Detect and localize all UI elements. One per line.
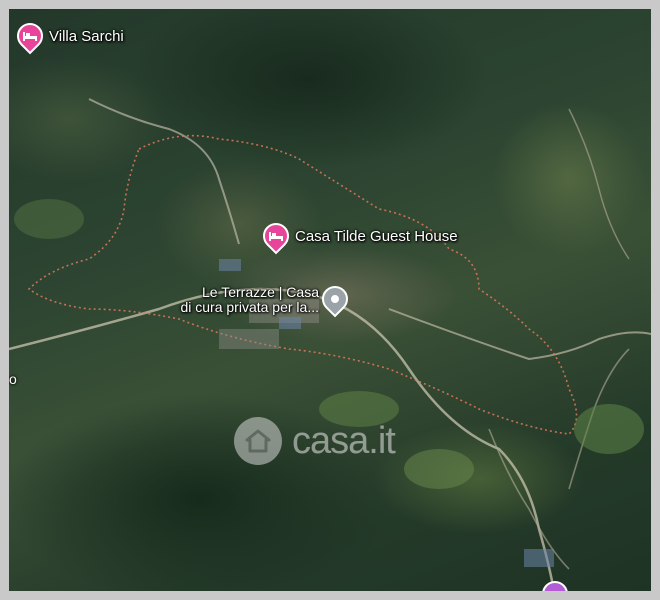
pin-dot [329, 293, 341, 305]
poi-casa-tilde[interactable]: Casa Tilde Guest House [257, 217, 458, 255]
place-label-line1: Le Terrazze | Casa [202, 284, 319, 300]
road [568, 108, 630, 260]
house-icon [234, 417, 282, 465]
road [388, 308, 651, 361]
satellite-map[interactable]: Villa Sarchi Casa Tilde Guest House Le T… [9, 9, 651, 591]
place-label[interactable]: Le Terrazze | Casa di cura privata per l… [139, 285, 319, 315]
poi-villa-sarchi[interactable]: Villa Sarchi [11, 17, 124, 55]
road [88, 98, 240, 245]
edge-label: o [9, 371, 17, 387]
bed-icon [23, 32, 37, 41]
watermark: casa.it [234, 417, 396, 465]
bed-icon [269, 232, 283, 241]
poi-label[interactable]: Villa Sarchi [49, 28, 124, 45]
poi-label[interactable]: Casa Tilde Guest House [295, 228, 458, 245]
place-label-line2: di cura privata per la... [180, 299, 319, 315]
map-frame: Villa Sarchi Casa Tilde Guest House Le T… [0, 0, 660, 600]
watermark-text: casa.it [292, 419, 396, 462]
lodging-marker[interactable] [11, 17, 49, 55]
lodging-marker[interactable] [257, 217, 295, 255]
